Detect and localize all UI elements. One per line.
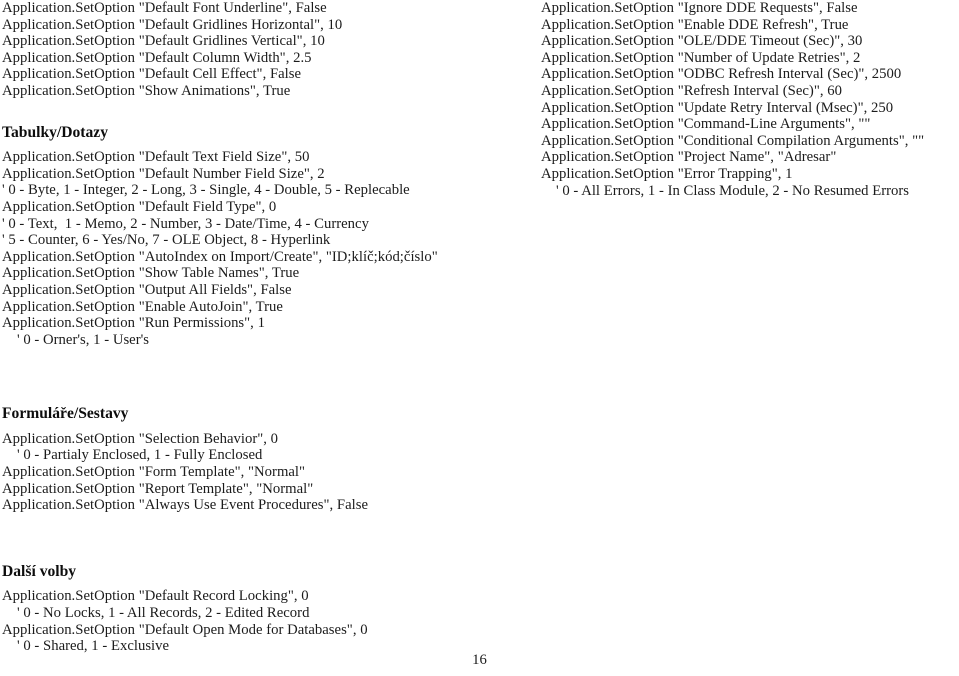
comment-line: ' 5 - Counter, 6 - Yes/No, 7 - OLE Objec… (2, 232, 331, 249)
code-line: Application.SetOption "Default Field Typ… (2, 198, 277, 215)
code-line: Application.SetOption "Show Table Names"… (2, 265, 300, 282)
code-line: Application.SetOption "Error Trapping", … (541, 165, 793, 182)
code-line: Application.SetOption "Default Column Wi… (2, 49, 312, 66)
section-heading-dalsi-volby: Další volby (2, 562, 77, 580)
code-line: Application.SetOption "Default Record Lo… (2, 588, 309, 605)
section-heading-tabulky-dotazy: Tabulky/Dotazy (2, 123, 109, 141)
code-line: Application.SetOption "AutoIndex on Impo… (2, 248, 438, 265)
heading-spacer (2, 423, 522, 431)
code-line: Application.SetOption "Refresh Interval … (541, 82, 842, 99)
code-line: Application.SetOption "Default Font Unde… (2, 0, 327, 16)
code-line: Application.SetOption "Default Gridlines… (2, 33, 325, 50)
comment-line: ' 0 - Byte, 1 - Integer, 2 - Long, 3 - S… (2, 182, 410, 199)
code-line: Application.SetOption "Project Name", "A… (541, 149, 837, 166)
code-line: Application.SetOption "Default Gridlines… (2, 16, 343, 33)
code-line: Application.SetOption "Enable AutoJoin",… (2, 298, 283, 315)
code-line: Application.SetOption "Enable DDE Refres… (541, 16, 849, 33)
comment-line: ' 0 - Partialy Enclosed, 1 - Fully Enclo… (17, 447, 263, 464)
heading-spacer (2, 580, 522, 588)
left-text-column: Application.SetOption "Default Font Unde… (2, 0, 522, 655)
comment-line: ' 0 - Orner's, 1 - User's (17, 331, 150, 348)
section-body-tabulky-dotazy: Application.SetOption "Default Text Fiel… (2, 149, 522, 348)
page-number: 16 (472, 652, 487, 668)
code-line: Application.SetOption "Default Number Fi… (2, 165, 325, 182)
section-body-formulare-sestavy: Application.SetOption "Selection Behavio… (2, 431, 522, 514)
comment-line: ' 0 - No Locks, 1 - All Records, 2 - Edi… (17, 605, 310, 622)
heading-spacer (2, 141, 522, 149)
code-line: Application.SetOption "Conditional Compi… (541, 132, 925, 149)
code-line: Application.SetOption "Update Retry Inte… (541, 99, 894, 116)
code-line: Application.SetOption "Selection Behavio… (2, 430, 278, 447)
section-body-dalsi-volby: Application.SetOption "Default Record Lo… (2, 588, 522, 654)
document-page: Application.SetOption "Default Font Unde… (0, 0, 959, 676)
code-line: Application.SetOption "Report Template",… (2, 480, 314, 497)
code-line: Application.SetOption "Output All Fields… (2, 281, 292, 298)
right-text-column: Application.SetOption "Ignore DDE Reques… (541, 0, 959, 199)
code-line: Application.SetOption "Form Template", "… (2, 464, 306, 481)
section-heading-formulare-sestavy: Formuláře/Sestavy (2, 405, 129, 423)
code-line: Application.SetOption "Command-Line Argu… (541, 116, 871, 133)
code-line: Application.SetOption "Ignore DDE Reques… (541, 0, 858, 16)
code-line: Application.SetOption "Number of Update … (541, 49, 861, 66)
code-line: Application.SetOption "Always Use Event … (2, 497, 368, 514)
code-line: Application.SetOption "OLE/DDE Timeout (… (541, 33, 863, 50)
code-line: Application.SetOption "ODBC Refresh Inte… (541, 66, 902, 83)
code-line: Application.SetOption "Default Text Fiel… (2, 149, 310, 166)
intro-code-block: Application.SetOption "Default Font Unde… (2, 0, 522, 100)
code-line: Application.SetOption "Default Open Mode… (2, 621, 368, 638)
comment-line: ' 0 - All Errors, 1 - In Class Module, 2… (556, 182, 910, 199)
comment-line: ' 0 - Text, 1 - Memo, 2 - Number, 3 - Da… (2, 215, 369, 232)
code-line: Application.SetOption "Run Permissions",… (2, 315, 265, 332)
code-line: Application.SetOption "Default Cell Effe… (2, 66, 302, 83)
code-line: Application.SetOption "Show Animations",… (2, 82, 291, 99)
